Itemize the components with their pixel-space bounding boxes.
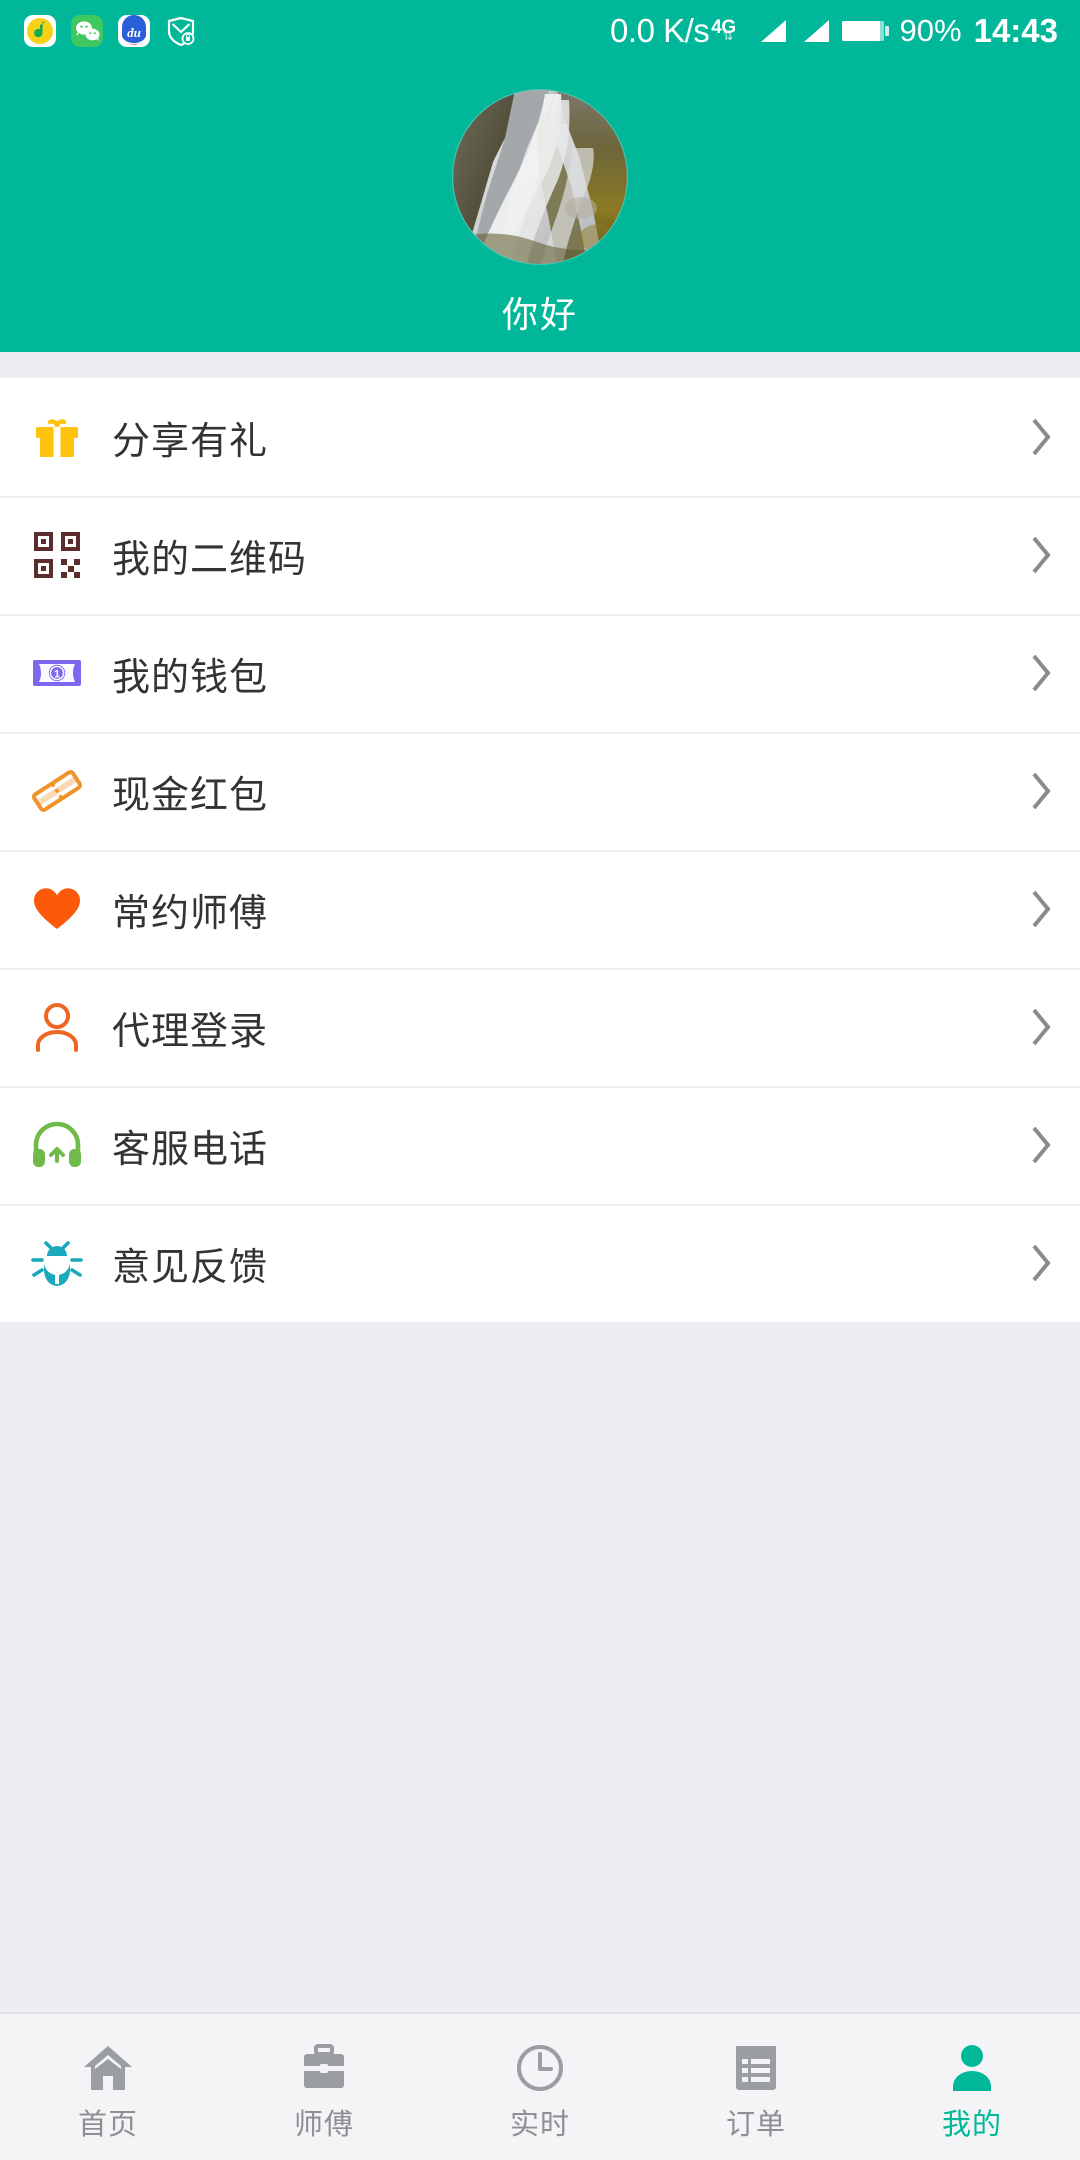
profile-menu-list: 分享有礼 我的二维码 1 我的钱包 现金红包 常约师傅 代理登录 客服电话 意见… [0,378,1080,1322]
chevron-right-icon [1032,536,1051,574]
avatar-image [453,90,627,264]
menu-item-feedback[interactable]: 意见反馈 [0,1204,1080,1322]
chevron-right-icon [1032,1008,1051,1046]
person-outline-icon [28,998,86,1056]
menu-item-service-phone[interactable]: 客服电话 [0,1086,1080,1204]
tab-label: 订单 [725,2109,786,2141]
headset-icon [28,1116,86,1174]
person-icon [948,2037,996,2093]
bug-icon [28,1234,86,1292]
qrcode-icon [28,526,86,584]
security-shield-icon [167,16,195,47]
chevron-right-icon [1032,418,1051,456]
bottom-tab-bar: 首页 师傅 实时 订单 我的 [0,2012,1080,2160]
clock-icon [515,2037,565,2093]
tab-master[interactable]: 师傅 [216,2014,432,2160]
banknote-icon: 1 [28,644,86,702]
menu-item-share-gift[interactable]: 分享有礼 [0,378,1080,496]
profile-header: 你好 [0,62,1080,352]
clock-time: 14:43 [973,12,1058,49]
menu-item-cash-coupon[interactable]: 现金红包 [0,732,1080,850]
wechat-icon [71,15,103,47]
menu-item-label: 现金红包 [112,774,269,817]
tab-realtime[interactable]: 实时 [432,2014,648,2160]
chevron-right-icon [1032,1126,1051,1164]
menu-item-label: 意见反馈 [112,1246,269,1289]
tab-label: 师傅 [293,2109,354,2141]
menu-item-agent-login[interactable]: 代理登录 [0,968,1080,1086]
menu-item-my-wallet[interactable]: 1 我的钱包 [0,614,1080,732]
network-speed: 0.0 K/s 4G ⇅ [610,12,736,49]
status-bar-notification-icons: du [22,13,199,49]
header-list-divider [0,352,1080,378]
menu-item-label: 我的二维码 [112,538,308,581]
svg-text:1: 1 [54,669,60,681]
battery-icon [841,21,889,41]
status-bar: du 0.0 K/s 4G ⇅ 90% 14:43 [0,0,1080,62]
menu-item-my-qrcode[interactable]: 我的二维码 [0,496,1080,614]
menu-item-label: 常约师傅 [112,892,269,935]
chevron-right-icon [1032,654,1051,692]
chevron-right-icon [1032,1244,1051,1282]
tab-label: 我的 [941,2109,1002,2141]
svg-text:du: du [127,25,141,40]
qq-music-icon [24,15,56,47]
tab-label: 首页 [77,2109,138,2141]
avatar[interactable] [453,90,627,264]
menu-item-favorite-master[interactable]: 常约师傅 [0,850,1080,968]
menu-item-label: 代理登录 [112,1010,269,1053]
network-traffic-arrows: ⇅ [722,28,734,43]
coupon-icon [28,762,86,820]
status-bar-system-indicators: 0.0 K/s 4G ⇅ 90% 14:43 [610,12,1058,50]
tab-label: 实时 [509,2109,570,2141]
signal-strength-icon-1 [760,20,786,42]
briefcase-icon [299,2037,349,2093]
chevron-right-icon [1032,772,1051,810]
baidu-icon: du [118,15,150,47]
menu-item-label: 我的钱包 [112,656,269,699]
menu-item-label: 分享有礼 [112,420,269,463]
menu-item-label: 客服电话 [112,1128,269,1171]
tab-mine[interactable]: 我的 [864,2014,1080,2160]
empty-space [0,1322,1080,2012]
tab-home[interactable]: 首页 [0,2014,216,2160]
profile-screen: du 0.0 K/s 4G ⇅ 90% 14:43 你好 分享有礼 我的二维码 … [0,0,1080,2160]
battery-percent: 90% [899,13,962,48]
home-icon [81,2037,135,2093]
chevron-right-icon [1032,890,1051,928]
signal-strength-icon-2 [803,20,829,42]
list-icon [732,2037,780,2093]
heart-icon [28,880,86,938]
greeting-text: 你好 [501,294,578,335]
tab-orders[interactable]: 订单 [648,2014,864,2160]
gift-icon [28,408,86,466]
